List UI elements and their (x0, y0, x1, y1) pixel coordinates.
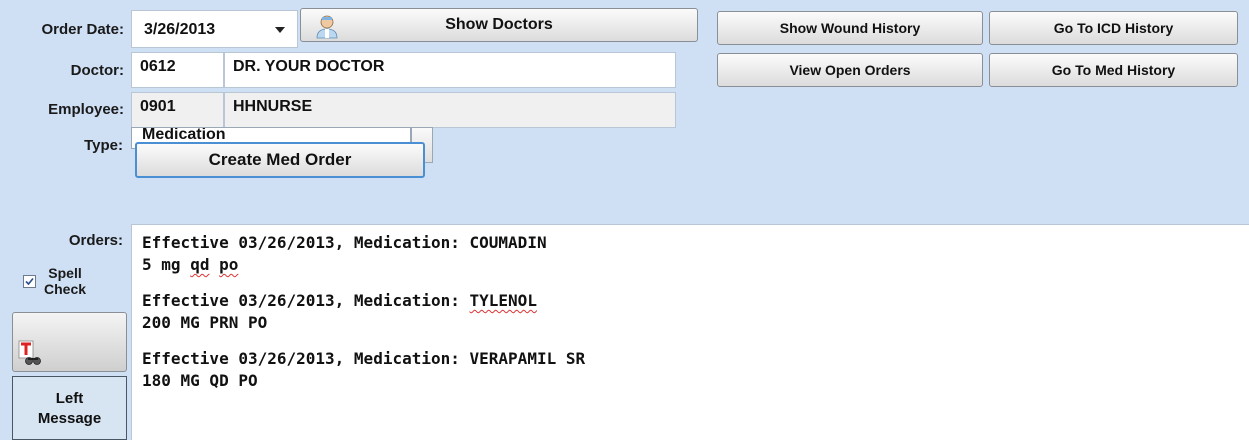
spellcheck-binoculars-icon (18, 340, 41, 365)
show-doctors-button[interactable]: Show Doctors (300, 8, 698, 42)
spell-check-line1: Spell (48, 265, 82, 281)
spell-check-line2: Check (44, 281, 87, 297)
order-date-label: Order Date: (41, 21, 124, 38)
view-open-orders-label: View Open Orders (789, 62, 911, 78)
create-med-order-label: Create Med Order (208, 150, 352, 169)
order-dose: 200 MG PRN PO (142, 313, 268, 332)
left-message-button[interactable]: Left Message (12, 376, 127, 440)
order-entry: Effective 03/26/2013, Medication: VERAPA… (142, 348, 1249, 392)
employee-code-field: 0901 (131, 92, 224, 128)
order-word: qd (190, 255, 210, 274)
order-entry: Effective 03/26/2013, Medication: TYLENO… (142, 290, 1249, 334)
order-word: 5 (142, 255, 152, 274)
orders-label: Orders: (68, 232, 123, 249)
view-open-orders-button[interactable]: View Open Orders (717, 53, 983, 87)
left-message-line1: Left (55, 390, 84, 407)
show-wound-history-label: Show Wound History (779, 20, 921, 36)
orders-textarea[interactable]: Effective 03/26/2013, Medication: COUMAD… (131, 224, 1249, 440)
doctor-name-field[interactable]: DR. YOUR DOCTOR (224, 52, 676, 88)
order-drug: TYLENOL (469, 291, 537, 310)
create-med-order-button[interactable]: Create Med Order (135, 142, 425, 178)
order-entry: Effective 03/26/2013, Medication: COUMAD… (142, 232, 1249, 276)
doctor-avatar-icon (314, 13, 340, 42)
spell-check-checkbox[interactable] (23, 275, 36, 288)
order-drug: COUMADIN (469, 233, 547, 252)
order-date-value: 3/26/2013 (144, 21, 216, 38)
order-word: mg (161, 255, 181, 274)
spell-check-label: Spell Check (44, 265, 86, 297)
spellcheck-button[interactable] (12, 312, 127, 372)
go-to-icd-history-button[interactable]: Go To ICD History (989, 11, 1238, 45)
go-to-med-history-label: Go To Med History (1051, 62, 1176, 78)
doctor-label: Doctor: (70, 62, 124, 79)
check-icon (25, 277, 34, 286)
type-label: Type: (84, 137, 123, 154)
go-to-med-history-button[interactable]: Go To Med History (989, 53, 1238, 87)
chevron-down-icon[interactable] (275, 27, 285, 33)
employee-name-field: HHNURSE (224, 92, 676, 128)
doctor-code-field[interactable]: 0612 (131, 52, 224, 88)
order-dose: 180 MG QD PO (142, 371, 258, 390)
order-line2: 5 mg qd po (142, 254, 1249, 276)
order-word: po (219, 255, 239, 274)
show-wound-history-button[interactable]: Show Wound History (717, 11, 983, 45)
order-date-dropdown[interactable]: 3/26/2013 (131, 10, 298, 48)
left-message-line2: Message (37, 410, 102, 427)
employee-label: Employee: (48, 101, 124, 118)
go-to-icd-history-label: Go To ICD History (1053, 20, 1174, 36)
order-line-prefix: Effective 03/26/2013, Medication: (142, 291, 470, 310)
show-doctors-label: Show Doctors (445, 16, 553, 33)
order-line-prefix: Effective 03/26/2013, Medication: (142, 233, 470, 252)
order-dose: 5 mg qd po (142, 255, 238, 274)
order-line-prefix: Effective 03/26/2013, Medication: (142, 349, 470, 368)
order-drug: VERAPAMIL SR (469, 349, 586, 368)
